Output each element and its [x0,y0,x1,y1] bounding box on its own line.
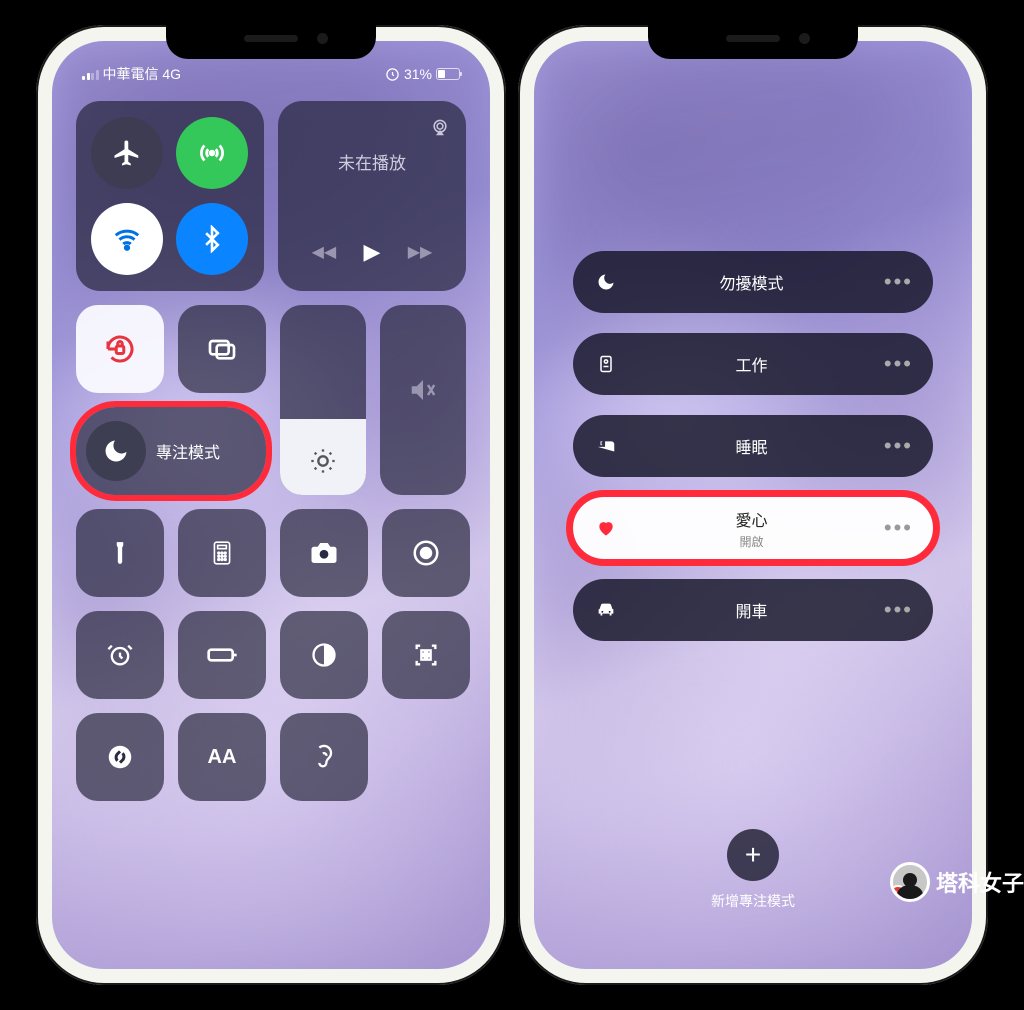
mute-icon [408,375,438,405]
watermark-avatar-icon: 3C [890,862,930,902]
focus-item-label: 勿擾模式 [619,270,884,294]
camera-button[interactable] [280,509,368,597]
wifi-icon [112,224,142,254]
cellular-data-toggle[interactable] [176,117,248,189]
volume-slider[interactable] [380,305,466,495]
bluetooth-icon [198,225,226,253]
dark-mode-icon [310,641,338,669]
badge-icon [596,354,616,374]
screen-record-button[interactable] [382,509,470,597]
media-prev-icon[interactable]: ◀◀ [312,242,337,262]
media-module[interactable]: 未在播放 ◀◀ ▶ ▶▶ [278,101,466,291]
focus-mode-button[interactable]: 專注模式 [76,407,266,495]
battery-percent: 31% [404,66,432,82]
phone-frame-left: 中華電信 4G 31% [36,25,506,985]
carrier-label: 中華電信 4G [103,64,182,84]
phone-frame-right: 勿擾模式 ••• 工作 ••• 睡眠 ••• 愛心 開啟 ••• [518,25,988,985]
focus-item-love[interactable]: 愛心 開啟 ••• [573,497,933,559]
signal-icon [82,69,99,80]
moon-icon [102,437,130,465]
alarm-icon [106,641,134,669]
bluetooth-toggle[interactable] [176,203,248,275]
plus-icon: + [745,839,761,871]
status-bar: 中華電信 4G 31% [52,61,490,87]
notch [648,25,858,59]
focus-item-sleep[interactable]: 睡眠 ••• [573,415,933,477]
alarm-button[interactable] [76,611,164,699]
add-focus-label: 新增專注模式 [711,891,795,911]
low-power-button[interactable] [178,611,266,699]
hearing-button[interactable] [280,713,368,801]
focus-item-label: 工作 [619,352,884,376]
focus-mode-label: 專注模式 [156,439,220,463]
shazam-icon [105,742,135,772]
hearing-icon [310,743,338,771]
qr-scan-icon [412,641,440,669]
airplay-icon[interactable] [430,117,450,137]
more-icon[interactable]: ••• [884,597,913,623]
focus-item-driving[interactable]: 開車 ••• [573,579,933,641]
media-not-playing-label: 未在播放 [338,149,406,174]
calculator-button[interactable] [178,509,266,597]
lock-rotation-icon [102,331,138,367]
battery-icon [436,68,460,80]
connectivity-module[interactable] [76,101,264,291]
orientation-lock-icon [385,67,400,82]
more-icon[interactable]: ••• [884,351,913,377]
screen-mirror-button[interactable] [178,305,266,393]
watermark-text: 塔科女子 [936,866,1024,898]
focus-item-label: 愛心 [619,507,884,531]
focus-item-work[interactable]: 工作 ••• [573,333,933,395]
focus-item-label: 開車 [619,598,884,622]
more-icon[interactable]: ••• [884,515,913,541]
brightness-slider[interactable] [280,305,366,495]
screen-mirror-icon [206,333,238,365]
more-icon[interactable]: ••• [884,269,913,295]
calculator-icon [209,540,235,566]
moon-icon [596,272,616,292]
shazam-button[interactable] [76,713,164,801]
text-size-button[interactable]: AA [178,713,266,801]
media-play-icon[interactable]: ▶ [364,239,381,265]
airplane-mode-toggle[interactable] [91,117,163,189]
screen-record-icon [411,538,441,568]
add-focus-section: + 新增專注模式 [711,829,795,911]
notch [166,25,376,59]
text-size-icon: AA [208,746,237,769]
flashlight-icon [107,540,133,566]
focus-item-dnd[interactable]: 勿擾模式 ••• [573,251,933,313]
cellular-icon [197,138,227,168]
qr-scan-button[interactable] [382,611,470,699]
flashlight-button[interactable] [76,509,164,597]
watermark: 3C 塔科女子 [890,862,1024,902]
media-next-icon[interactable]: ▶▶ [408,242,433,262]
add-focus-button[interactable]: + [727,829,779,881]
wifi-toggle[interactable] [91,203,163,275]
camera-icon [309,538,339,568]
dark-mode-button[interactable] [280,611,368,699]
focus-mode-list: 勿擾模式 ••• 工作 ••• 睡眠 ••• 愛心 開啟 ••• [573,251,933,641]
brightness-icon [309,447,337,475]
orientation-lock-button[interactable] [76,305,164,393]
heart-icon [596,518,616,538]
more-icon[interactable]: ••• [884,433,913,459]
bed-icon [595,435,617,457]
airplane-icon [112,138,142,168]
car-icon [595,599,617,621]
screen-control-center: 中華電信 4G 31% [52,41,490,969]
focus-item-label: 睡眠 [619,434,884,458]
low-power-icon [206,639,238,671]
screen-focus-list: 勿擾模式 ••• 工作 ••• 睡眠 ••• 愛心 開啟 ••• [534,41,972,969]
focus-item-sublabel: 開啟 [619,533,884,550]
